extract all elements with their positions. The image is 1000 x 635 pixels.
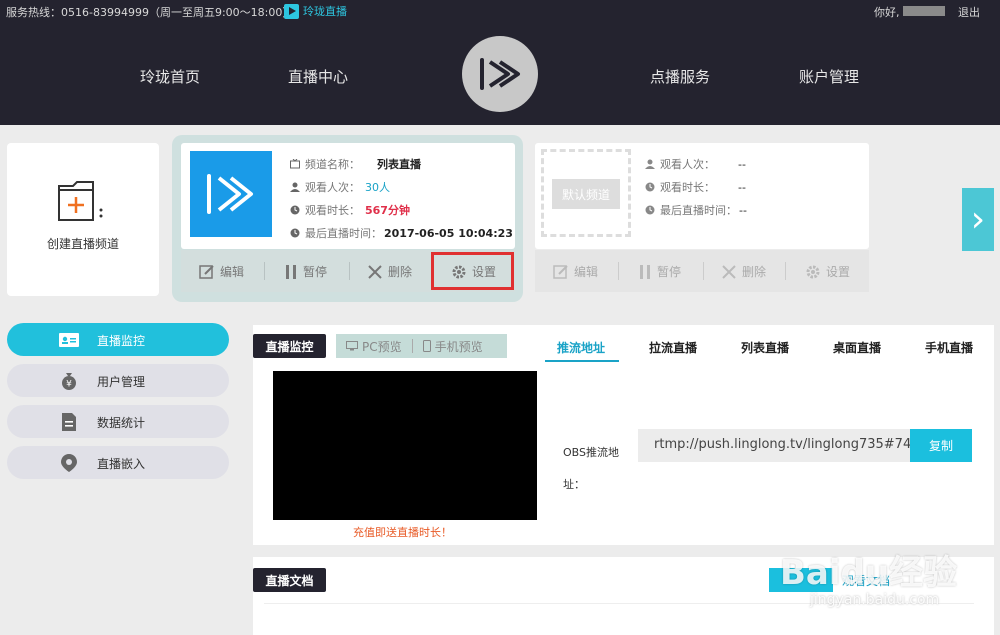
clock-icon [290, 205, 300, 215]
user-icon [645, 159, 655, 169]
viewers-count: 30人 [365, 181, 390, 194]
brand-link[interactable]: 玲珑直播 [284, 3, 347, 19]
document-icon [62, 413, 76, 431]
divider [264, 262, 265, 280]
create-channel-label: 创建直播频道 [47, 237, 120, 251]
mobile-preview-tab[interactable]: 手机预览 [413, 338, 493, 355]
obs-url-label: OBS推流地址： [563, 446, 619, 491]
add-folder-icon [58, 181, 103, 221]
clock-icon [645, 182, 655, 192]
settings-button[interactable]: 设置 [805, 263, 850, 280]
create-channel-card[interactable]: 创建直播频道 [7, 143, 159, 296]
pc-preview-tab[interactable]: PC预览 [336, 338, 412, 355]
nav-home[interactable]: 玲珑首页 [140, 66, 200, 87]
phone-icon [422, 340, 431, 352]
site-logo[interactable] [462, 36, 538, 112]
default-channel-label: 默认频道 [552, 179, 620, 209]
money-bag-icon: ¥ [62, 373, 76, 390]
duration-value: 567分钟 [365, 204, 410, 217]
sidebar-item-statistics[interactable]: 数据统计 [7, 405, 229, 438]
edit-icon [199, 264, 214, 279]
obs-url-field[interactable]: rtmp://push.linglong.tv/linglong735#747_… [638, 429, 910, 462]
sidebar-item-user-management[interactable]: ¥ 用户管理 [7, 364, 229, 397]
tab-push-url[interactable]: 推流地址 [557, 339, 605, 356]
preview-toggle: PC预览 手机预览 [336, 334, 507, 358]
play-logo-icon [480, 58, 520, 90]
main-nav: 玲珑首页 直播中心 点播服务 账户管理 [0, 22, 1000, 125]
sidebar-item-embed[interactable]: 直播嵌入 [7, 446, 229, 479]
viewers-row: 观看人次： 30人 [290, 179, 390, 195]
logout-link[interactable]: 退出 [958, 4, 980, 20]
pause-button[interactable]: 暂停 [638, 263, 681, 280]
monitor-icon [346, 341, 358, 351]
duration-row: 观看时长： -- [645, 179, 746, 195]
divider [264, 603, 974, 604]
clock-icon [645, 205, 655, 215]
live-video-preview[interactable] [273, 371, 537, 520]
edit-button[interactable]: 编辑 [553, 263, 598, 280]
promo-text[interactable]: 充值即送直播时长！ [353, 524, 452, 540]
last-live-row: 最后直播时间： -- [645, 202, 747, 218]
sidebar-item-live-monitor[interactable]: 直播监控 [7, 323, 229, 356]
brand-logo-icon [284, 3, 299, 19]
docs-title: 直播文档 [253, 568, 326, 592]
viewers-row: 观看人次： -- [645, 156, 746, 172]
channel-name-row: 频道名称： 列表直播 [290, 156, 421, 172]
tv-icon [290, 159, 300, 169]
divider [349, 262, 350, 280]
panel-title: 直播监控 [253, 334, 326, 358]
nav-vod-service[interactable]: 点播服务 [650, 66, 710, 87]
nav-live-center[interactable]: 直播中心 [288, 66, 348, 87]
channel-name: 列表直播 [377, 158, 421, 171]
channel-thumbnail[interactable] [190, 151, 272, 237]
edit-button[interactable]: 编辑 [199, 263, 244, 280]
close-icon [722, 264, 736, 279]
divider [785, 262, 786, 280]
last-live-row: 最后直播时间： 2017-06-05 10:04:23 [290, 225, 513, 241]
tab-list-live[interactable]: 列表直播 [741, 339, 789, 356]
active-tab-indicator [545, 360, 619, 362]
id-card-icon [59, 333, 79, 347]
pause-button[interactable]: 暂停 [284, 263, 327, 280]
tab-pull-live[interactable]: 拉流直播 [649, 339, 697, 356]
last-live-time: 2017-06-05 10:04:23 [384, 226, 513, 240]
docs-action-button[interactable] [769, 568, 833, 592]
chevron-right-icon: › [970, 199, 986, 240]
tab-mobile-live[interactable]: 手机直播 [925, 339, 973, 356]
user-icon [290, 182, 300, 192]
carousel-next-button[interactable]: › [962, 188, 994, 251]
copy-button[interactable]: 复制 [910, 429, 972, 462]
view-docs-link[interactable]: 观看文档 [842, 572, 890, 589]
live-docs-panel [253, 557, 994, 635]
username-redacted [903, 6, 945, 16]
greeting-text: 你好, [874, 6, 900, 19]
map-pin-icon [61, 454, 77, 472]
pause-icon [640, 264, 650, 279]
brand-name: 玲珑直播 [303, 5, 347, 18]
tab-desktop-live[interactable]: 桌面直播 [833, 339, 881, 356]
divider [618, 262, 619, 280]
nav-account[interactable]: 账户管理 [799, 66, 859, 87]
hotline-text: 服务热线：0516-83994999（周一至周五9:00～18:00） [6, 6, 294, 19]
play-logo-icon [207, 174, 253, 214]
delete-button[interactable]: 删除 [367, 263, 412, 280]
divider [703, 262, 704, 280]
close-icon [368, 264, 382, 279]
default-channel-thumbnail[interactable]: 默认频道 [541, 149, 631, 237]
clock-icon [290, 228, 300, 238]
svg-text:¥: ¥ [66, 380, 72, 390]
settings-highlight-box [431, 252, 514, 290]
pause-icon [286, 264, 296, 279]
top-bar: 服务热线：0516-83994999（周一至周五9:00～18:00） 玲珑直播… [0, 0, 1000, 22]
delete-button[interactable]: 删除 [721, 263, 766, 280]
gear-icon [806, 265, 820, 278]
edit-icon [553, 264, 568, 279]
duration-row: 观看时长： 567分钟 [290, 202, 410, 218]
